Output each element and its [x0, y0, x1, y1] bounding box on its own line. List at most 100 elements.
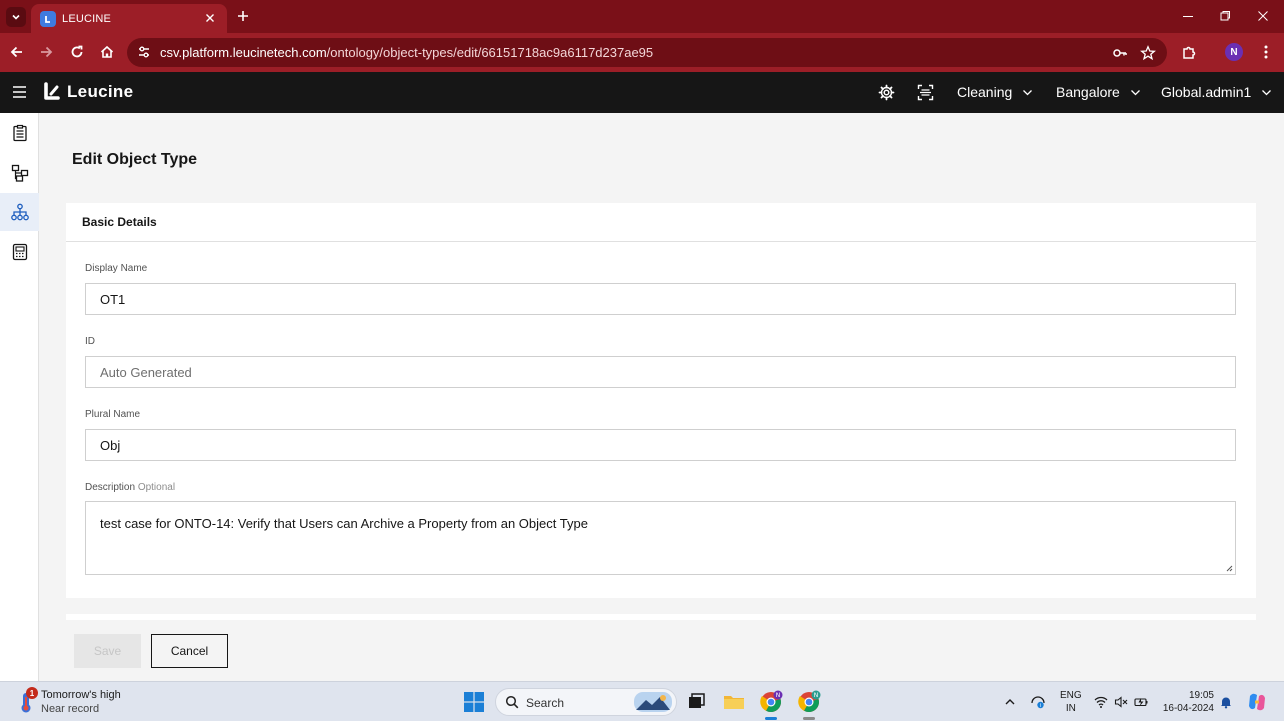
resize-handle-icon[interactable] [1225, 564, 1233, 572]
new-tab-plus-icon[interactable] [236, 9, 250, 23]
url-host: csv.platform.leucinetech.com [160, 45, 327, 60]
running-app-indicator [803, 717, 815, 720]
chevron-down-icon [1023, 89, 1033, 95]
browser-profile-avatar[interactable]: N [1225, 43, 1243, 61]
url-text: csv.platform.leucinetech.com/ontology/ob… [160, 45, 653, 60]
system-clock[interactable]: 19:05 16-04-2024 [1160, 689, 1214, 715]
password-key-icon[interactable] [1112, 45, 1128, 61]
plural-name-input[interactable]: Obj [85, 429, 1236, 461]
rail-item-checklists[interactable] [0, 114, 39, 152]
rail-item-ontology[interactable] [0, 193, 39, 231]
svg-text:i: i [1040, 703, 1041, 709]
extensions-puzzle-icon[interactable] [1181, 44, 1197, 60]
os-taskbar: 1 Tomorrow's high Near record Search N N… [0, 681, 1284, 721]
copilot-icon[interactable] [1245, 690, 1269, 714]
user-menu[interactable]: Global.admin1 [1161, 84, 1272, 100]
notification-bell-icon[interactable] [1219, 695, 1233, 709]
weather-alert-badge: 1 [26, 687, 38, 699]
scan-icon[interactable] [917, 84, 934, 101]
url-path: /ontology/object-types/edit/66151718ac9a… [326, 45, 654, 60]
home-icon[interactable] [99, 44, 115, 60]
browser-tab-leucine[interactable]: LEUCINE [31, 4, 227, 33]
search-highlight-art-icon [634, 692, 672, 712]
chevron-down-icon [1130, 89, 1140, 95]
bookmark-star-icon[interactable] [1140, 45, 1156, 61]
windows-start-icon[interactable] [464, 692, 484, 712]
ontology-icon [10, 203, 29, 221]
settings-gear-icon[interactable] [878, 84, 895, 101]
back-arrow-icon[interactable] [9, 44, 25, 60]
address-bar[interactable]: csv.platform.leucinetech.com/ontology/ob… [127, 38, 1167, 67]
active-app-indicator [765, 717, 777, 720]
save-button[interactable]: Save [74, 634, 141, 668]
description-textarea[interactable]: test case for ONTO-14: Verify that Users… [85, 501, 1236, 575]
minimize-window-icon[interactable] [1181, 9, 1195, 23]
display-name-input[interactable]: OT1 [85, 283, 1236, 315]
left-nav-rail [0, 113, 39, 681]
reports-icon [12, 243, 27, 261]
id-label: ID [85, 336, 95, 347]
facility-select[interactable]: Cleaning [957, 84, 1033, 100]
browser-menu-dots-icon[interactable] [1262, 44, 1270, 60]
user-name: Global.admin1 [1161, 84, 1252, 100]
reload-icon[interactable] [69, 44, 85, 60]
brand-name: Leucine [67, 82, 134, 101]
volume-muted-icon[interactable] [1114, 695, 1128, 709]
browser-tab-strip: LEUCINE [0, 0, 1284, 33]
tab-search-button[interactable] [6, 7, 26, 27]
weather-subtitle: Near record [41, 703, 100, 715]
card-header: Basic Details [66, 203, 1256, 242]
tray-overflow-chevron-icon[interactable] [1003, 695, 1017, 709]
language-code: ENG [1060, 690, 1082, 701]
chevron-down-icon [1262, 89, 1272, 95]
chevron-down-icon [12, 14, 20, 20]
plural-name-label: Plural Name [85, 409, 141, 420]
optional-tag: Optional [137, 482, 176, 493]
taskbar-search-box[interactable]: Search [495, 688, 677, 716]
svg-text:N: N [814, 692, 819, 699]
restore-window-icon[interactable] [1218, 9, 1232, 23]
forward-arrow-icon[interactable] [38, 44, 54, 60]
page-title: Edit Object Type [72, 151, 198, 168]
chrome-profile-n2-icon[interactable]: N [797, 690, 821, 714]
chrome-profile-n-icon[interactable]: N [759, 690, 783, 714]
file-explorer-icon[interactable] [722, 690, 746, 714]
clock-date: 16-04-2024 [1162, 703, 1214, 714]
weather-title[interactable]: Tomorrow's high [41, 689, 121, 701]
leucine-logo[interactable]: Leucine [42, 82, 133, 102]
region-code: IN [1065, 703, 1076, 714]
site-info-tune-icon[interactable] [137, 45, 151, 59]
taskbar-search-label: Search [526, 696, 565, 710]
search-icon [505, 695, 519, 709]
close-tab-icon[interactable] [203, 11, 217, 25]
browser-toolbar: csv.platform.leucinetech.com/ontology/ob… [0, 33, 1284, 72]
basic-details-card: Basic Details Display Name OT1 ID Auto G… [66, 203, 1256, 598]
tray-network-info-icon[interactable]: i [1031, 695, 1045, 709]
section-title: Basic Details [82, 215, 157, 229]
description-label: Description Optional [85, 482, 175, 493]
battery-icon[interactable] [1134, 695, 1148, 709]
leucine-favicon-icon [40, 10, 56, 27]
clock-time: 19:05 [1188, 690, 1214, 701]
wifi-icon[interactable] [1094, 695, 1108, 709]
leucine-logo-mark-icon [44, 82, 60, 100]
description-value: test case for ONTO-14: Verify that Users… [100, 516, 588, 531]
app-header: Leucine Cleaning Bangalore Global.admin1 [0, 72, 1284, 113]
hamburger-menu-icon[interactable] [12, 85, 27, 99]
location-select[interactable]: Bangalore [1056, 84, 1141, 100]
checklist-icon [12, 124, 27, 142]
close-window-icon[interactable] [1256, 9, 1270, 23]
cancel-button[interactable]: Cancel [151, 634, 228, 668]
tab-title: LEUCINE [62, 12, 112, 25]
rail-item-hierarchy[interactable] [0, 154, 39, 192]
hierarchy-icon [11, 164, 28, 182]
task-view-icon[interactable] [684, 690, 708, 714]
id-input[interactable]: Auto Generated [85, 356, 1236, 388]
location-select-value: Bangalore [1056, 84, 1120, 100]
svg-text:N: N [776, 692, 781, 699]
display-name-label: Display Name [85, 263, 148, 274]
rail-item-reports[interactable] [0, 233, 39, 271]
description-label-text: Description [85, 482, 136, 493]
input-language-indicator[interactable]: ENG IN [1060, 689, 1082, 715]
facility-select-value: Cleaning [957, 84, 1013, 100]
